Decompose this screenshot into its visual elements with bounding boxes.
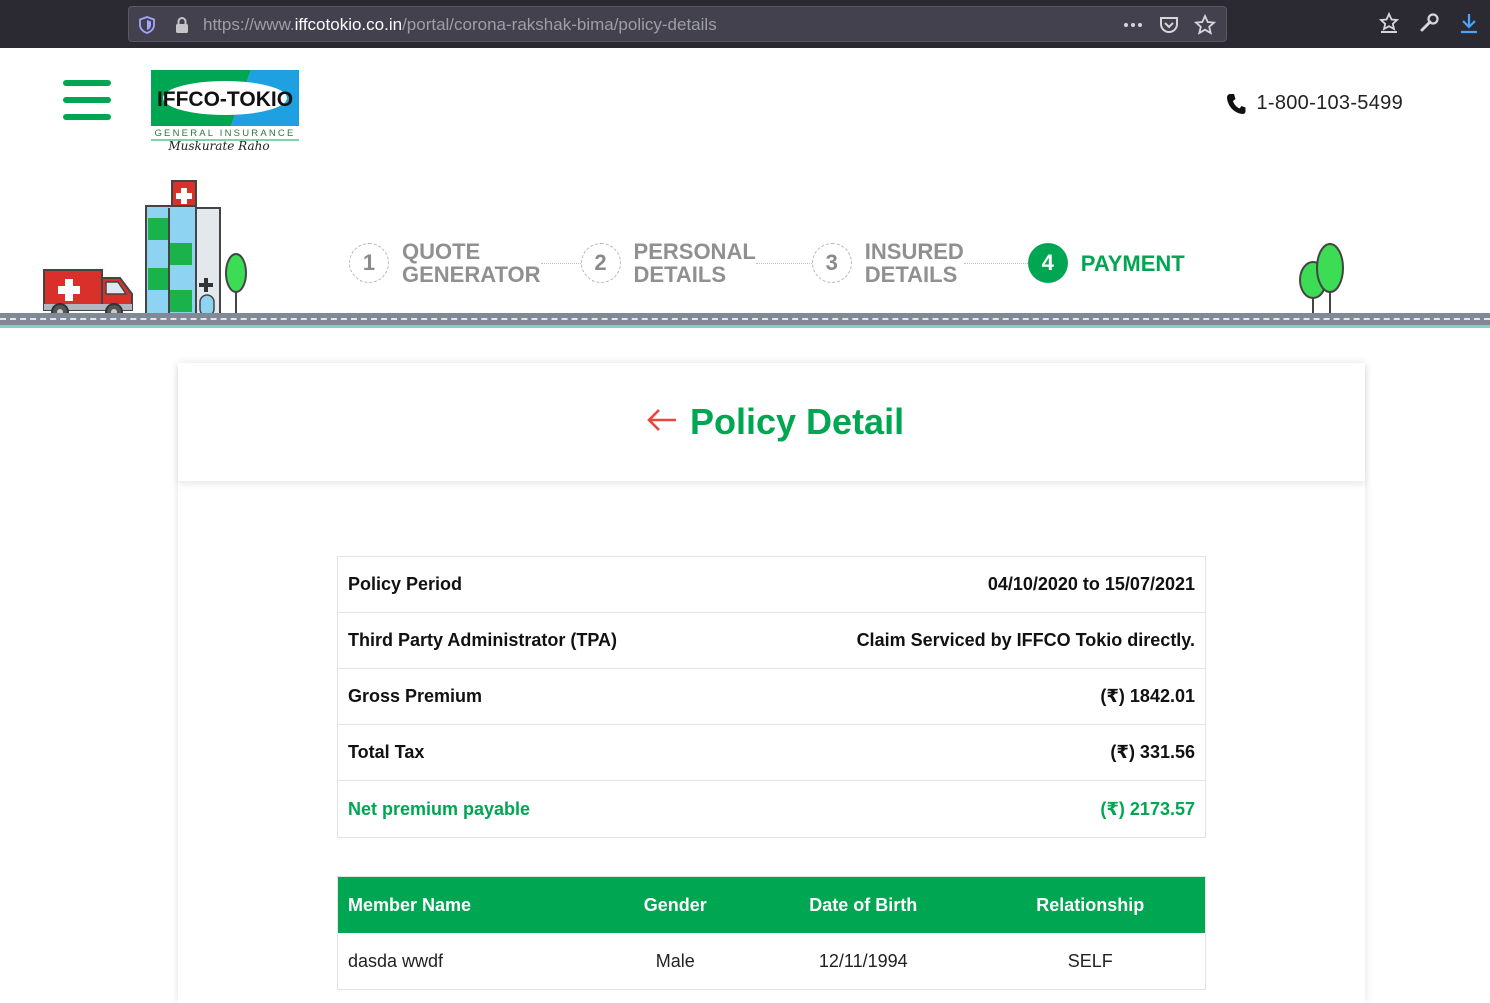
download-icon[interactable]: [1458, 12, 1480, 34]
step-label: QUOTE GENERATOR: [402, 239, 541, 287]
row-value: Claim Serviced by IFFCO Tokio directly.: [856, 630, 1195, 650]
road-divider: [0, 313, 1490, 325]
table-row: Third Party Administrator (TPA) Claim Se…: [338, 613, 1205, 669]
table-row: Gross Premium (₹) 1842.01: [338, 669, 1205, 725]
phone-icon: [1227, 93, 1246, 114]
column-header-dob: Date of Birth: [809, 894, 918, 915]
step-number: 4: [1027, 243, 1068, 283]
column-header-gender: Gender: [643, 894, 707, 915]
row-value: (₹) 331.56: [1110, 742, 1195, 762]
svg-text:Muskurate Raho: Muskurate Raho: [167, 139, 269, 152]
member-table-header: Member Name Gender Date of Birth Relatio…: [338, 877, 1205, 933]
phone-number[interactable]: 1-800-103-5499: [1256, 92, 1403, 115]
table-row: Policy Period 04/10/2020 to 15/07/2021: [338, 557, 1205, 613]
wrench-icon[interactable]: [1418, 12, 1440, 34]
row-value: 04/10/2020 to 15/07/2021: [987, 574, 1195, 594]
progress-stepper: 1 QUOTE GENERATOR 2 PERSONAL DETAILS 3 INS…: [0, 166, 1490, 331]
url-text[interactable]: https://www.iffcotokio.co.in/portal/coro…: [203, 15, 717, 35]
iffco-tokio-logo[interactable]: IFFCO-TOKIO GENERAL INSURANCE Muskurate …: [151, 70, 299, 152]
bookmark-star-icon[interactable]: [1194, 14, 1216, 36]
svg-text:IFFCO-TOKIO: IFFCO-TOKIO: [157, 88, 293, 111]
row-label: Policy Period: [348, 574, 463, 594]
member-relationship: SELF: [1067, 950, 1113, 971]
pocket-icon[interactable]: [1158, 14, 1180, 36]
member-dob: 12/11/1994: [818, 950, 908, 971]
browser-toolbar: https://www.iffcotokio.co.in/portal/coro…: [0, 0, 1490, 48]
table-row: Total Tax (₹) 331.56: [338, 725, 1205, 781]
step-label: PAYMENT: [1080, 250, 1185, 276]
row-label: Net premium payable: [348, 798, 531, 819]
step-connector: [963, 262, 1028, 264]
row-label: Third Party Administrator (TPA): [348, 630, 618, 650]
menu-hamburger-icon[interactable]: [63, 80, 111, 120]
row-label: Gross Premium: [348, 686, 483, 706]
step-number: 1: [349, 243, 389, 283]
step-number: 3: [811, 243, 852, 283]
page-title: Policy Detail: [690, 401, 905, 442]
policy-summary-table: Policy Period 04/10/2020 to 15/07/2021 T…: [337, 556, 1206, 838]
step-label: PERSONAL DETAILS: [633, 239, 756, 287]
card-header: Policy Detail: [178, 363, 1365, 481]
tracking-shield-icon[interactable]: [139, 16, 155, 34]
bookmarks-library-icon[interactable]: [1378, 12, 1400, 34]
column-header-relationship: Relationship: [1036, 894, 1145, 915]
step-connector: [755, 262, 812, 264]
net-premium-row: Net premium payable (₹) 2173.57: [338, 781, 1205, 837]
step-insured-details[interactable]: 3 INSURED DETAILS: [811, 239, 964, 287]
member-name: dasda wwdf: [348, 950, 444, 971]
member-gender: Male: [655, 950, 695, 971]
step-connector: [540, 262, 581, 264]
back-arrow-icon[interactable]: [646, 407, 678, 433]
member-table: Member Name Gender Date of Birth Relatio…: [337, 876, 1206, 990]
steps-row: 1 QUOTE GENERATOR 2 PERSONAL DETAILS 3 INS…: [349, 240, 1185, 286]
road-edge: [0, 325, 1490, 328]
more-actions-icon[interactable]: [1122, 14, 1144, 36]
policy-detail-card: Policy Detail Policy Period 04/10/2020 t…: [178, 363, 1365, 1003]
address-bar[interactable]: https://www.iffcotokio.co.in/portal/coro…: [128, 6, 1227, 42]
step-label: INSURED DETAILS: [864, 239, 964, 287]
step-number: 2: [580, 243, 621, 283]
step-quote-generator[interactable]: 1 QUOTE GENERATOR: [349, 240, 541, 286]
row-value: (₹) 1842.01: [1100, 686, 1195, 706]
trees-icon: [1299, 243, 1344, 318]
row-value: (₹) 2173.57: [1100, 798, 1195, 819]
lock-icon[interactable]: [175, 16, 189, 34]
table-row: dasda wwdf Male 12/11/1994 SELF: [338, 933, 1205, 989]
column-header-member-name: Member Name: [348, 894, 472, 915]
step-personal-details[interactable]: 2 PERSONAL DETAILS: [580, 239, 756, 287]
helpline[interactable]: 1-800-103-5499: [1226, 92, 1403, 115]
site-header: IFFCO-TOKIO GENERAL INSURANCE Muskurate …: [0, 48, 1490, 166]
row-label: Total Tax: [348, 742, 425, 762]
hospital-building-icon: [145, 180, 247, 317]
step-payment[interactable]: 4 PAYMENT: [1027, 243, 1185, 283]
svg-text:GENERAL INSURANCE: GENERAL INSURANCE: [154, 128, 295, 139]
